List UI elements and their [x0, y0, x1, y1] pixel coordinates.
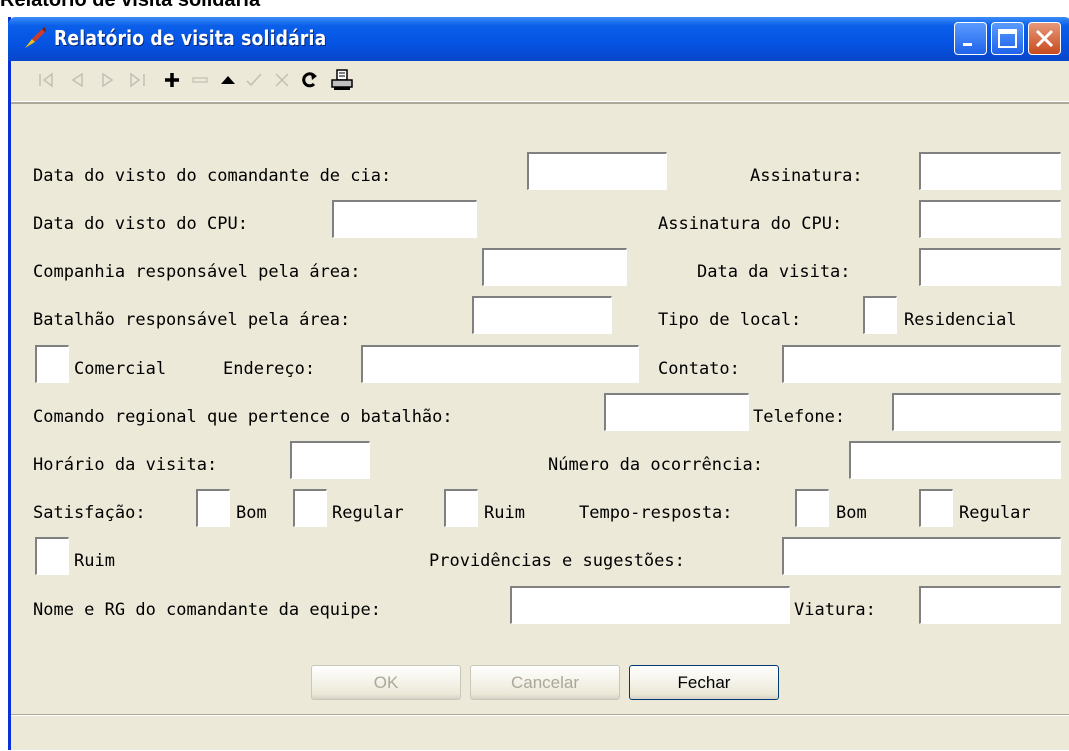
companhia-label: Companhia responsável pela área: [33, 262, 361, 282]
insert-record-icon [165, 73, 179, 87]
satisfacao-ruim-checkbox[interactable] [444, 489, 478, 527]
first-record-icon [39, 72, 53, 88]
telefone-label: Telefone: [753, 407, 846, 427]
first-record-button[interactable] [35, 67, 61, 93]
delete-record-button[interactable] [187, 67, 213, 93]
tempo-ruim-checkbox[interactable] [35, 537, 69, 575]
dialog-window: Relatório de visita solidária Data do vi… [8, 17, 1069, 750]
viatura-field[interactable] [919, 586, 1061, 624]
ok-button[interactable]: OK [311, 665, 461, 700]
next-record-icon [102, 72, 114, 88]
contato-label: Contato: [658, 359, 740, 379]
batalhao-field[interactable] [472, 296, 612, 334]
nome-rg-label: Nome e RG do comandante da equipe: [33, 600, 381, 620]
horario-field[interactable] [290, 441, 370, 479]
close-dialog-button[interactable]: Fechar [629, 665, 779, 700]
satisfacao-bom-label: Bom [236, 503, 267, 523]
prev-record-button[interactable] [65, 67, 91, 93]
companhia-field[interactable] [482, 248, 627, 286]
ocorrencia-field[interactable] [849, 441, 1061, 479]
endereco-field[interactable] [361, 345, 639, 383]
providencias-label: Providências e sugestões: [429, 551, 685, 571]
horario-label: Horário da visita: [33, 455, 218, 475]
edit-record-icon [221, 76, 235, 84]
maximize-button[interactable] [991, 22, 1024, 55]
visto-cpu-label: Data do visto do CPU: [33, 214, 248, 234]
delete-record-icon [192, 77, 208, 83]
comando-regional-label: Comando regional que pertence o batalhão… [33, 407, 453, 427]
tempo-regular-checkbox[interactable] [919, 489, 953, 527]
window-title: Relatório de visita solidária [54, 26, 327, 50]
providencias-field[interactable] [782, 537, 1061, 575]
contato-field[interactable] [782, 345, 1061, 383]
post-edit-button[interactable] [241, 67, 267, 93]
cancel-edit-icon [275, 73, 289, 87]
refresh-button[interactable] [297, 67, 323, 93]
visto-comandante-label: Data do visto do comandante de cia: [33, 166, 392, 186]
cancel-button[interactable]: Cancelar [470, 665, 620, 700]
app-icon [25, 27, 46, 48]
tipo-local-label: Tipo de local: [658, 310, 802, 330]
nome-rg-field[interactable] [510, 586, 790, 624]
last-record-button[interactable] [125, 67, 151, 93]
satisfacao-regular-checkbox[interactable] [293, 489, 327, 527]
status-bar [11, 714, 1069, 751]
batalhao-label: Batalhão responsável pela área: [33, 310, 351, 330]
satisfacao-bom-checkbox[interactable] [196, 489, 230, 527]
edit-record-button[interactable] [215, 67, 241, 93]
tempo-regular-label: Regular [959, 503, 1031, 523]
next-record-button[interactable] [95, 67, 121, 93]
refresh-icon [302, 72, 317, 88]
visto-cpu-field[interactable] [332, 200, 477, 238]
satisfacao-label: Satisfação: [33, 503, 146, 523]
form-panel: Data do visto do comandante de cia: Assi… [11, 103, 1069, 644]
minimize-button[interactable] [954, 22, 987, 55]
residencial-checkbox[interactable] [863, 296, 897, 334]
data-visita-label: Data da visita: [697, 262, 851, 282]
comercial-label: Comercial [74, 359, 167, 379]
endereco-label: Endereço: [223, 359, 316, 379]
comando-regional-field[interactable] [604, 393, 749, 431]
tempo-ruim-label: Ruim [74, 551, 115, 571]
title-bar[interactable]: Relatório de visita solidária [8, 17, 1069, 61]
satisfacao-regular-label: Regular [332, 503, 404, 523]
insert-record-button[interactable] [159, 67, 185, 93]
visto-comandante-field[interactable] [527, 152, 667, 190]
residencial-label: Residencial [904, 310, 1017, 330]
close-button[interactable] [1028, 22, 1061, 55]
telefone-field[interactable] [892, 393, 1061, 431]
print-icon [331, 69, 353, 90]
print-button[interactable] [329, 67, 355, 93]
tempo-bom-label: Bom [836, 503, 867, 523]
prev-record-icon [71, 72, 83, 88]
assinatura-cpu-field[interactable] [919, 200, 1061, 238]
maximize-icon [998, 29, 1017, 48]
tempo-resposta-label: Tempo-resposta: [579, 503, 733, 523]
page-heading: Relatório de visita solidária [0, 0, 261, 11]
close-icon [1035, 29, 1054, 48]
assinatura-field[interactable] [919, 152, 1061, 190]
cancel-edit-button[interactable] [269, 67, 295, 93]
tempo-bom-checkbox[interactable] [795, 489, 829, 527]
minimize-icon [963, 43, 972, 46]
data-visita-field[interactable] [919, 248, 1061, 286]
assinatura-label: Assinatura: [750, 166, 863, 186]
ocorrencia-label: Número da ocorrência: [548, 455, 763, 475]
post-edit-icon [246, 73, 262, 87]
comercial-checkbox[interactable] [35, 345, 69, 383]
navigator-toolbar [11, 61, 1069, 102]
assinatura-cpu-label: Assinatura do CPU: [658, 214, 843, 234]
last-record-icon [130, 72, 145, 88]
satisfacao-ruim-label: Ruim [484, 503, 525, 523]
viatura-label: Viatura: [794, 600, 876, 620]
